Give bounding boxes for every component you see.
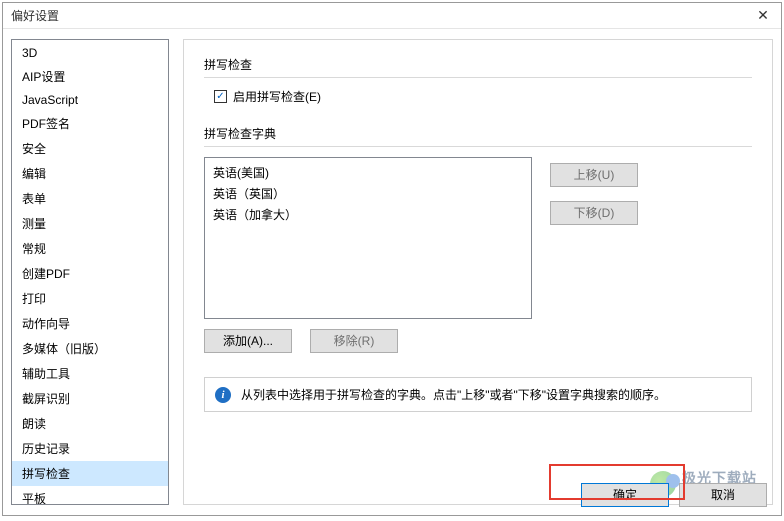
info-text: 从列表中选择用于拼写检查的字典。点击"上移"或者"下移"设置字典搜索的顺序。	[241, 386, 666, 403]
dialog-body: 3DAIP设置JavaScriptPDF签名安全编辑表单测量常规创建PDF打印动…	[3, 29, 781, 515]
sidebar-item[interactable]: 3D	[12, 42, 168, 64]
list-item[interactable]: 英语(美国)	[211, 162, 525, 183]
enable-spellcheck-label: 启用拼写检查(E)	[233, 88, 321, 105]
sidebar-item[interactable]: AIP设置	[12, 64, 168, 89]
cancel-button[interactable]: 取消	[679, 483, 767, 507]
sidebar-item[interactable]: 辅助工具	[12, 361, 168, 386]
sidebar-item[interactable]: 截屏识别	[12, 386, 168, 411]
add-remove-row: 添加(A)... 移除(R)	[204, 329, 752, 353]
sidebar-item[interactable]: 历史记录	[12, 436, 168, 461]
sidebar-item[interactable]: JavaScript	[12, 89, 168, 111]
titlebar: 偏好设置 ✕	[3, 3, 781, 29]
dictionary-area: 英语(美国)英语（英国）英语（加拿大） 上移(U) 下移(D)	[204, 157, 752, 319]
info-icon: i	[215, 387, 231, 403]
dialog-button-bar: 确定 取消	[581, 483, 767, 507]
list-item[interactable]: 英语（加拿大）	[211, 204, 525, 225]
sidebar-item[interactable]: 安全	[12, 136, 168, 161]
sidebar-item[interactable]: 动作向导	[12, 311, 168, 336]
sidebar-item[interactable]: 常规	[12, 236, 168, 261]
ok-button[interactable]: 确定	[581, 483, 669, 507]
section-spellcheck-title: 拼写检查	[204, 56, 752, 73]
divider	[204, 77, 752, 78]
divider	[204, 146, 752, 147]
sidebar-item[interactable]: 拼写检查	[12, 461, 168, 486]
reorder-buttons: 上移(U) 下移(D)	[550, 157, 638, 319]
sidebar-item[interactable]: 平板	[12, 486, 168, 505]
category-sidebar[interactable]: 3DAIP设置JavaScriptPDF签名安全编辑表单测量常规创建PDF打印动…	[11, 39, 169, 505]
sidebar-item[interactable]: 表单	[12, 186, 168, 211]
close-icon[interactable]: ✕	[747, 3, 779, 29]
sidebar-item[interactable]: PDF签名	[12, 111, 168, 136]
list-item[interactable]: 英语（英国）	[211, 183, 525, 204]
remove-button[interactable]: 移除(R)	[310, 329, 398, 353]
sidebar-item[interactable]: 打印	[12, 286, 168, 311]
content-panel: 拼写检查 ✓ 启用拼写检查(E) 拼写检查字典 英语(美国)英语（英国）英语（加…	[183, 39, 773, 505]
enable-spellcheck-row[interactable]: ✓ 启用拼写检查(E)	[204, 88, 752, 105]
preferences-window: 偏好设置 ✕ 3DAIP设置JavaScriptPDF签名安全编辑表单测量常规创…	[2, 2, 782, 516]
dictionary-list[interactable]: 英语(美国)英语（英国）英语（加拿大）	[204, 157, 532, 319]
move-down-button[interactable]: 下移(D)	[550, 201, 638, 225]
checkbox-icon[interactable]: ✓	[214, 90, 227, 103]
section-dictionary-title: 拼写检查字典	[204, 125, 752, 142]
info-panel: i 从列表中选择用于拼写检查的字典。点击"上移"或者"下移"设置字典搜索的顺序。	[204, 377, 752, 412]
sidebar-item[interactable]: 多媒体（旧版）	[12, 336, 168, 361]
sidebar-item[interactable]: 创建PDF	[12, 261, 168, 286]
move-up-button[interactable]: 上移(U)	[550, 163, 638, 187]
sidebar-item[interactable]: 测量	[12, 211, 168, 236]
sidebar-item[interactable]: 朗读	[12, 411, 168, 436]
add-button[interactable]: 添加(A)...	[204, 329, 292, 353]
sidebar-item[interactable]: 编辑	[12, 161, 168, 186]
window-title: 偏好设置	[11, 7, 59, 24]
